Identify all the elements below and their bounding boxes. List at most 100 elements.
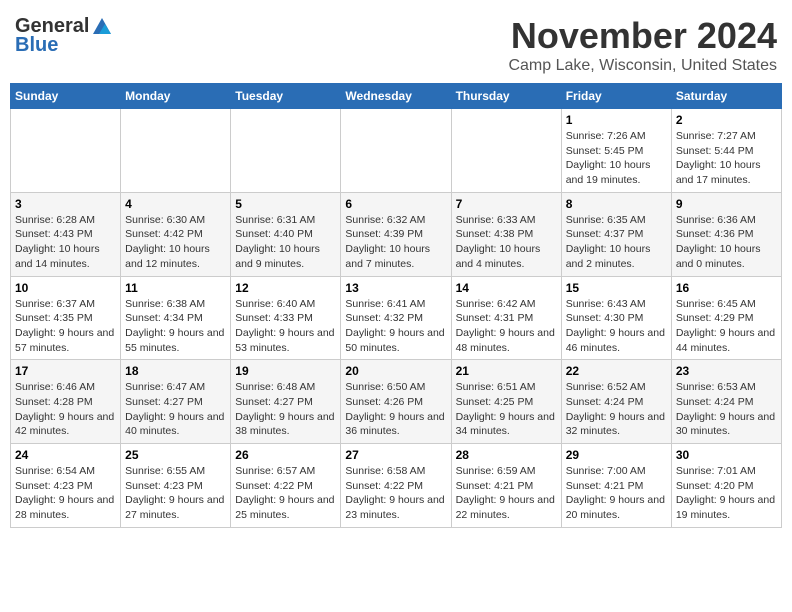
calendar-body: 1 Sunrise: 7:26 AMSunset: 5:45 PMDaylight… xyxy=(11,109,782,528)
day-number: 10 xyxy=(15,281,116,295)
day-info: Sunrise: 6:35 AMSunset: 4:37 PMDaylight:… xyxy=(566,213,667,272)
week-row-3: 10 Sunrise: 6:37 AMSunset: 4:35 PMDayligh… xyxy=(11,276,782,360)
day-number: 3 xyxy=(15,197,116,211)
calendar-table: SundayMondayTuesdayWednesdayThursdayFrid… xyxy=(10,83,782,528)
calendar-cell xyxy=(11,109,121,193)
day-number: 19 xyxy=(235,364,336,378)
day-info: Sunrise: 6:59 AMSunset: 4:21 PMDaylight:… xyxy=(456,464,557,523)
calendar-cell: 1 Sunrise: 7:26 AMSunset: 5:45 PMDaylight… xyxy=(561,109,671,193)
day-info: Sunrise: 6:30 AMSunset: 4:42 PMDaylight:… xyxy=(125,213,226,272)
day-info: Sunrise: 6:51 AMSunset: 4:25 PMDaylight:… xyxy=(456,380,557,439)
week-row-2: 3 Sunrise: 6:28 AMSunset: 4:43 PMDaylight… xyxy=(11,192,782,276)
month-title: November 2024 xyxy=(508,15,777,57)
day-number: 24 xyxy=(15,448,116,462)
day-number: 20 xyxy=(345,364,446,378)
day-number: 25 xyxy=(125,448,226,462)
calendar-cell xyxy=(231,109,341,193)
day-number: 13 xyxy=(345,281,446,295)
day-number: 30 xyxy=(676,448,777,462)
day-number: 14 xyxy=(456,281,557,295)
day-info: Sunrise: 6:37 AMSunset: 4:35 PMDaylight:… xyxy=(15,297,116,356)
day-number: 11 xyxy=(125,281,226,295)
day-number: 12 xyxy=(235,281,336,295)
day-info: Sunrise: 6:53 AMSunset: 4:24 PMDaylight:… xyxy=(676,380,777,439)
weekday-header-friday: Friday xyxy=(561,84,671,109)
day-info: Sunrise: 6:41 AMSunset: 4:32 PMDaylight:… xyxy=(345,297,446,356)
calendar-cell: 2Sunrise: 7:27 AMSunset: 5:44 PMDaylight… xyxy=(671,109,781,193)
weekday-header-tuesday: Tuesday xyxy=(231,84,341,109)
calendar-cell: 3 Sunrise: 6:28 AMSunset: 4:43 PMDaylight… xyxy=(11,192,121,276)
calendar-cell: 25 Sunrise: 6:55 AMSunset: 4:23 PMDayligh… xyxy=(121,444,231,528)
day-number: 5 xyxy=(235,197,336,211)
calendar-cell: 21 Sunrise: 6:51 AMSunset: 4:25 PMDayligh… xyxy=(451,360,561,444)
day-number: 26 xyxy=(235,448,336,462)
weekday-header-monday: Monday xyxy=(121,84,231,109)
calendar-cell: 30 Sunrise: 7:01 AMSunset: 4:20 PMDayligh… xyxy=(671,444,781,528)
location: Camp Lake, Wisconsin, United States xyxy=(508,57,777,75)
week-row-5: 24Sunrise: 6:54 AMSunset: 4:23 PMDayligh… xyxy=(11,444,782,528)
day-info: Sunrise: 7:00 AMSunset: 4:21 PMDaylight:… xyxy=(566,464,667,523)
week-row-1: 1 Sunrise: 7:26 AMSunset: 5:45 PMDaylight… xyxy=(11,109,782,193)
day-number: 23 xyxy=(676,364,777,378)
weekday-header-saturday: Saturday xyxy=(671,84,781,109)
calendar-cell: 5 Sunrise: 6:31 AMSunset: 4:40 PMDaylight… xyxy=(231,192,341,276)
calendar-cell: 29 Sunrise: 7:00 AMSunset: 4:21 PMDayligh… xyxy=(561,444,671,528)
day-number: 7 xyxy=(456,197,557,211)
calendar-cell: 8 Sunrise: 6:35 AMSunset: 4:37 PMDaylight… xyxy=(561,192,671,276)
day-info: Sunrise: 6:43 AMSunset: 4:30 PMDaylight:… xyxy=(566,297,667,356)
day-number: 1 xyxy=(566,113,667,127)
day-info: Sunrise: 6:48 AMSunset: 4:27 PMDaylight:… xyxy=(235,380,336,439)
page-header: General Blue November 2024 Camp Lake, Wi… xyxy=(10,10,782,75)
calendar-cell: 18 Sunrise: 6:47 AMSunset: 4:27 PMDayligh… xyxy=(121,360,231,444)
day-number: 4 xyxy=(125,197,226,211)
logo: General Blue xyxy=(15,15,113,57)
day-number: 21 xyxy=(456,364,557,378)
calendar-cell xyxy=(121,109,231,193)
calendar-cell: 14Sunrise: 6:42 AMSunset: 4:31 PMDayligh… xyxy=(451,276,561,360)
day-number: 22 xyxy=(566,364,667,378)
day-info: Sunrise: 6:55 AMSunset: 4:23 PMDaylight:… xyxy=(125,464,226,523)
day-number: 15 xyxy=(566,281,667,295)
weekday-header-thursday: Thursday xyxy=(451,84,561,109)
calendar-cell: 22 Sunrise: 6:52 AMSunset: 4:24 PMDayligh… xyxy=(561,360,671,444)
calendar-cell xyxy=(341,109,451,193)
day-info: Sunrise: 6:57 AMSunset: 4:22 PMDaylight:… xyxy=(235,464,336,523)
day-number: 28 xyxy=(456,448,557,462)
calendar-cell: 10 Sunrise: 6:37 AMSunset: 4:35 PMDayligh… xyxy=(11,276,121,360)
day-info: Sunrise: 6:45 AMSunset: 4:29 PMDaylight:… xyxy=(676,297,777,356)
day-info: Sunrise: 6:40 AMSunset: 4:33 PMDaylight:… xyxy=(235,297,336,356)
day-info: Sunrise: 7:26 AMSunset: 5:45 PMDaylight:… xyxy=(566,129,667,188)
calendar-cell: 24Sunrise: 6:54 AMSunset: 4:23 PMDayligh… xyxy=(11,444,121,528)
calendar-cell: 13 Sunrise: 6:41 AMSunset: 4:32 PMDayligh… xyxy=(341,276,451,360)
calendar-cell: 7 Sunrise: 6:33 AMSunset: 4:38 PMDaylight… xyxy=(451,192,561,276)
calendar-cell: 16 Sunrise: 6:45 AMSunset: 4:29 PMDayligh… xyxy=(671,276,781,360)
day-number: 2 xyxy=(676,113,777,127)
day-number: 9 xyxy=(676,197,777,211)
calendar-cell xyxy=(451,109,561,193)
day-number: 17 xyxy=(15,364,116,378)
title-block: November 2024 Camp Lake, Wisconsin, Unit… xyxy=(508,15,777,75)
day-info: Sunrise: 6:33 AMSunset: 4:38 PMDaylight:… xyxy=(456,213,557,272)
logo-blue-text: Blue xyxy=(15,34,58,57)
weekday-header-wednesday: Wednesday xyxy=(341,84,451,109)
day-info: Sunrise: 6:52 AMSunset: 4:24 PMDaylight:… xyxy=(566,380,667,439)
day-number: 27 xyxy=(345,448,446,462)
day-info: Sunrise: 6:47 AMSunset: 4:27 PMDaylight:… xyxy=(125,380,226,439)
day-number: 29 xyxy=(566,448,667,462)
day-info: Sunrise: 6:58 AMSunset: 4:22 PMDaylight:… xyxy=(345,464,446,523)
day-number: 18 xyxy=(125,364,226,378)
day-info: Sunrise: 6:32 AMSunset: 4:39 PMDaylight:… xyxy=(345,213,446,272)
day-info: Sunrise: 7:01 AMSunset: 4:20 PMDaylight:… xyxy=(676,464,777,523)
day-number: 8 xyxy=(566,197,667,211)
day-info: Sunrise: 6:50 AMSunset: 4:26 PMDaylight:… xyxy=(345,380,446,439)
calendar-cell: 19 Sunrise: 6:48 AMSunset: 4:27 PMDayligh… xyxy=(231,360,341,444)
day-info: Sunrise: 6:28 AMSunset: 4:43 PMDaylight:… xyxy=(15,213,116,272)
logo-icon xyxy=(91,16,113,38)
calendar-cell: 20 Sunrise: 6:50 AMSunset: 4:26 PMDayligh… xyxy=(341,360,451,444)
day-number: 16 xyxy=(676,281,777,295)
day-info: Sunrise: 6:31 AMSunset: 4:40 PMDaylight:… xyxy=(235,213,336,272)
calendar-cell: 4 Sunrise: 6:30 AMSunset: 4:42 PMDaylight… xyxy=(121,192,231,276)
calendar-cell: 26 Sunrise: 6:57 AMSunset: 4:22 PMDayligh… xyxy=(231,444,341,528)
calendar-cell: 12 Sunrise: 6:40 AMSunset: 4:33 PMDayligh… xyxy=(231,276,341,360)
calendar-cell: 15 Sunrise: 6:43 AMSunset: 4:30 PMDayligh… xyxy=(561,276,671,360)
